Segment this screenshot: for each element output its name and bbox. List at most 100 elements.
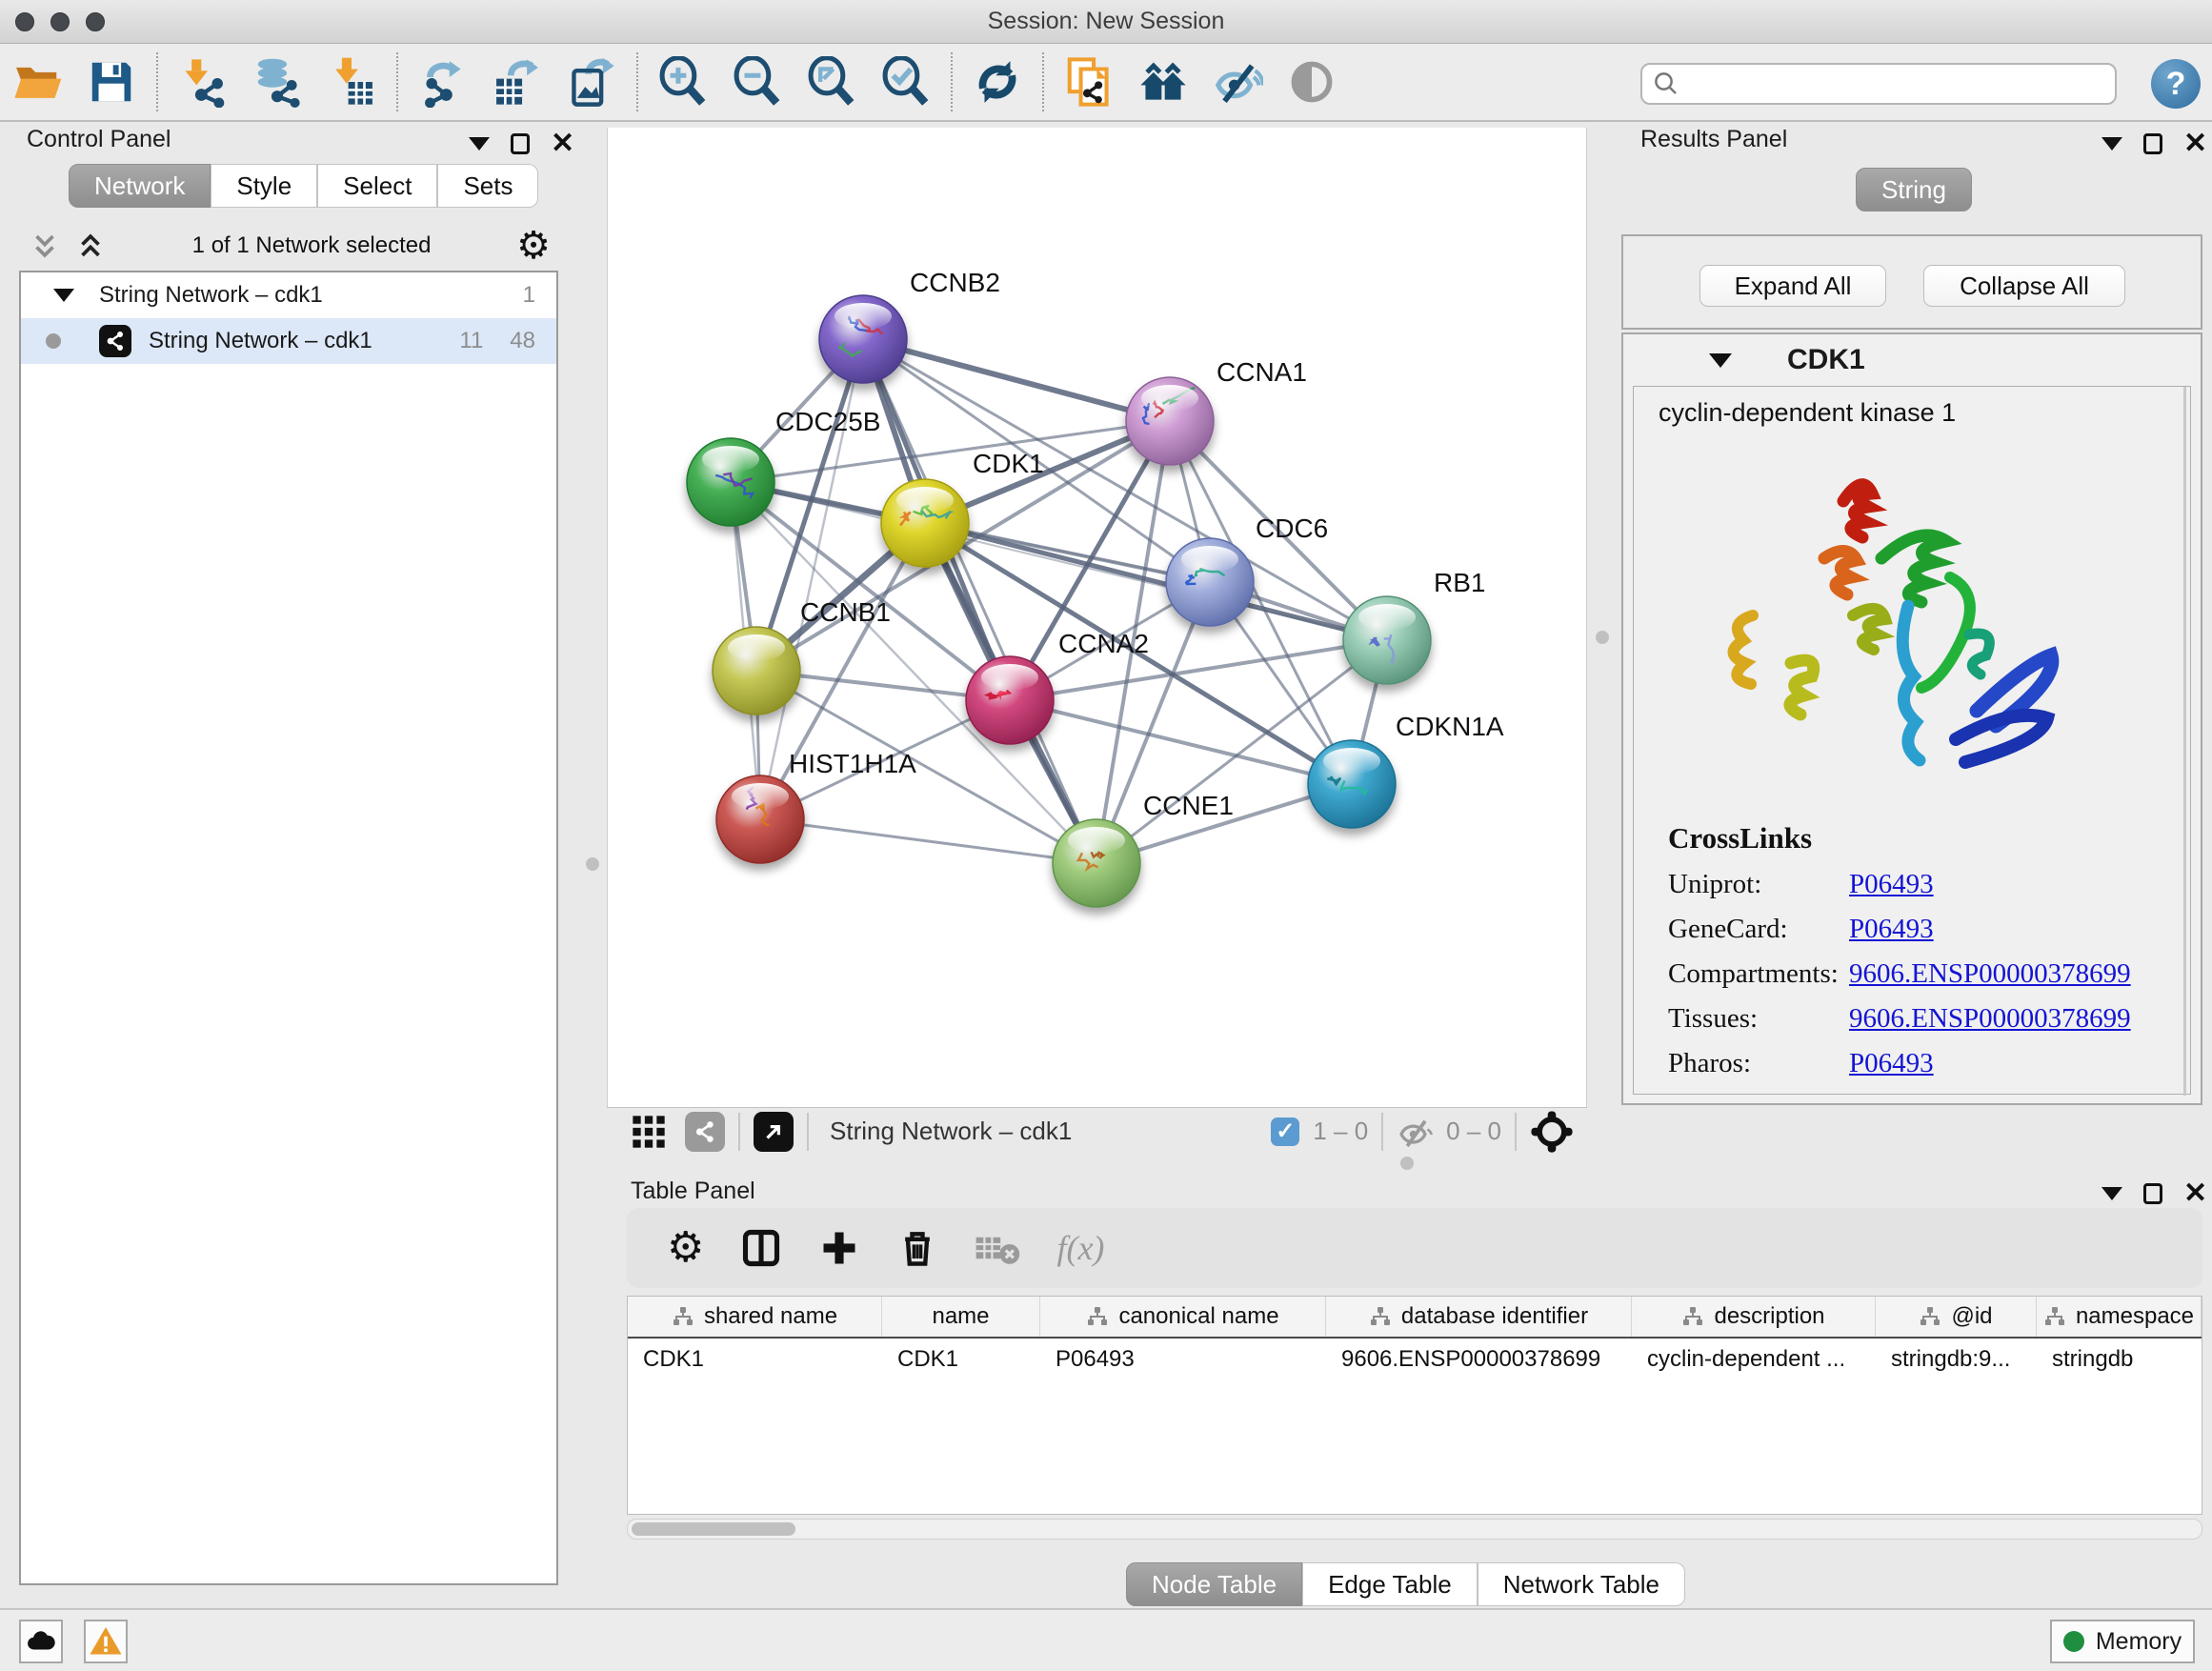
table-settings-gear-icon[interactable]: ⚙ [667,1229,704,1267]
crosshair-icon[interactable] [1530,1110,1574,1154]
column-header-label: @id [1951,1303,1992,1330]
tab-node-table[interactable]: Node Table [1126,1562,1302,1606]
results-scrollbar[interactable] [2183,387,2186,1096]
protein-group-header[interactable]: CDK1 [1623,334,2201,386]
crosslink-link[interactable]: 9606.ENSP00000378699 [1849,1003,2131,1035]
column-header-name[interactable]: name [882,1297,1040,1337]
help-button[interactable]: ? [2151,59,2201,109]
network-canvas[interactable]: CCNB2CCNA1CDC25BCDK1CDC6RB1CCNB1CCNA2CDK… [607,128,1587,1107]
selected-checkbox[interactable]: ✓ [1271,1117,1299,1146]
tab-string[interactable]: String [1856,168,1972,211]
tab-select[interactable]: Select [317,164,437,208]
close-panel-icon[interactable]: ✕ [2183,1183,2207,1204]
network-selection-bar: 1 of 1 Network selected ⚙ [29,225,551,267]
export-network-icon[interactable] [406,50,480,113]
grid-view-icon[interactable] [630,1113,668,1151]
open-file-icon[interactable] [0,50,74,113]
network-edge[interactable] [760,819,1096,863]
network-graph[interactable]: CCNB2CCNA1CDC25BCDK1CDC6RB1CCNB1CCNA2CDK… [608,128,1588,1107]
tab-network[interactable]: Network [69,164,211,208]
warning-button[interactable] [84,1620,128,1663]
tree-expand-icon[interactable] [53,289,74,302]
table-cell[interactable]: P06493 [1040,1339,1326,1380]
zoom-selected-icon[interactable] [869,50,943,113]
apply-layout-icon[interactable] [960,50,1035,113]
table-cell[interactable]: CDK1 [882,1339,1040,1380]
tab-sets[interactable]: Sets [437,164,538,208]
window-zoom-button[interactable] [86,12,105,31]
table-cell[interactable]: stringdb:9... [1876,1339,2037,1380]
collapse-section-icon[interactable] [1709,353,1732,368]
bottom-splitter-handle[interactable] [1400,1157,1414,1170]
float-panel-icon[interactable] [511,133,530,154]
search-input[interactable] [1680,70,2090,97]
delete-table-icon[interactable] [975,1229,1020,1267]
zoom-in-icon[interactable] [646,50,720,113]
save-session-icon[interactable] [74,50,149,113]
collapse-panel-icon[interactable] [2101,1187,2122,1200]
detach-view-icon[interactable] [754,1112,794,1152]
float-panel-icon[interactable] [2143,133,2162,154]
zoom-out-icon[interactable] [720,50,794,113]
crosslink-link[interactable]: P06493 [1849,1048,1934,1079]
window-close-button[interactable] [15,12,34,31]
first-neighbors-icon[interactable] [1126,50,1200,113]
crosslink-link[interactable]: P06493 [1849,869,1934,900]
gear-icon[interactable]: ⚙ [516,227,551,265]
add-column-icon[interactable] [818,1227,860,1269]
delete-column-icon[interactable] [896,1227,938,1269]
crosslink-link[interactable]: P06493 [1849,914,1934,945]
copy-style-icon[interactable] [1052,50,1126,113]
zoom-fit-icon[interactable] [794,50,869,113]
column-header-canonical-name[interactable]: canonical name [1040,1297,1326,1337]
column-header-shared-name[interactable]: shared name [628,1297,882,1337]
right-splitter-handle[interactable] [1596,631,1609,644]
show-columns-icon[interactable] [740,1227,782,1269]
network-edge[interactable] [863,339,1170,421]
export-image-icon[interactable] [554,50,629,113]
column-hierarchy-icon [1681,1305,1704,1328]
table-cell[interactable]: CDK1 [628,1339,882,1380]
column-header--id[interactable]: @id [1876,1297,2037,1337]
close-panel-icon[interactable]: ✕ [551,133,574,154]
table-cell[interactable]: cyclin-dependent ... [1632,1339,1876,1380]
tab-style[interactable]: Style [211,164,317,208]
collapse-all-tree-icon[interactable] [74,230,107,262]
network-row[interactable]: String Network – cdk1 11 48 [21,318,556,364]
import-network-file-icon[interactable] [166,50,240,113]
share-view-icon[interactable] [685,1112,725,1152]
crosslink-label: GeneCard: [1668,914,1849,945]
table-cell[interactable]: 9606.ENSP00000378699 [1326,1339,1632,1380]
table-horizontal-scrollbar[interactable] [627,1519,2202,1540]
import-table-icon[interactable] [314,50,389,113]
collection-count: 1 [523,282,535,309]
float-panel-icon[interactable] [2143,1183,2162,1204]
crosslink-link[interactable]: 9606.ENSP00000378699 [1849,958,2131,990]
expand-all-button[interactable]: Expand All [1699,265,1886,307]
import-network-database-icon[interactable] [240,50,314,113]
memory-button[interactable]: Memory [2050,1620,2195,1663]
window-minimize-button[interactable] [50,12,70,31]
column-header-namespace[interactable]: namespace [2037,1297,2202,1337]
hide-selected-icon[interactable] [1200,50,1275,113]
collapse-all-button[interactable]: Collapse All [1923,265,2125,307]
scrollbar-thumb[interactable] [632,1522,795,1536]
network-edge[interactable] [863,339,1096,863]
tab-network-table[interactable]: Network Table [1478,1562,1685,1606]
export-table-icon[interactable] [480,50,554,113]
expand-all-tree-icon[interactable] [29,230,61,262]
table-cell[interactable]: stringdb [2037,1339,2202,1380]
left-splitter-handle[interactable] [586,857,599,871]
function-builder-icon[interactable]: f(x) [1056,1228,1104,1268]
crosslink-row: Pharos:P06493 [1668,1048,2131,1079]
close-panel-icon[interactable]: ✕ [2183,133,2207,154]
cloud-button[interactable] [19,1620,63,1663]
birds-eye-icon[interactable] [1275,50,1349,113]
tab-edge-table[interactable]: Edge Table [1302,1562,1478,1606]
network-collection-row[interactable]: String Network – cdk1 1 [21,272,556,318]
collapse-panel-icon[interactable] [469,137,490,151]
column-header-database-identifier[interactable]: database identifier [1326,1297,1632,1337]
table-row[interactable]: CDK1CDK1P064939606.ENSP00000378699cyclin… [628,1339,2202,1380]
collapse-panel-icon[interactable] [2101,137,2122,151]
column-header-description[interactable]: description [1632,1297,1876,1337]
